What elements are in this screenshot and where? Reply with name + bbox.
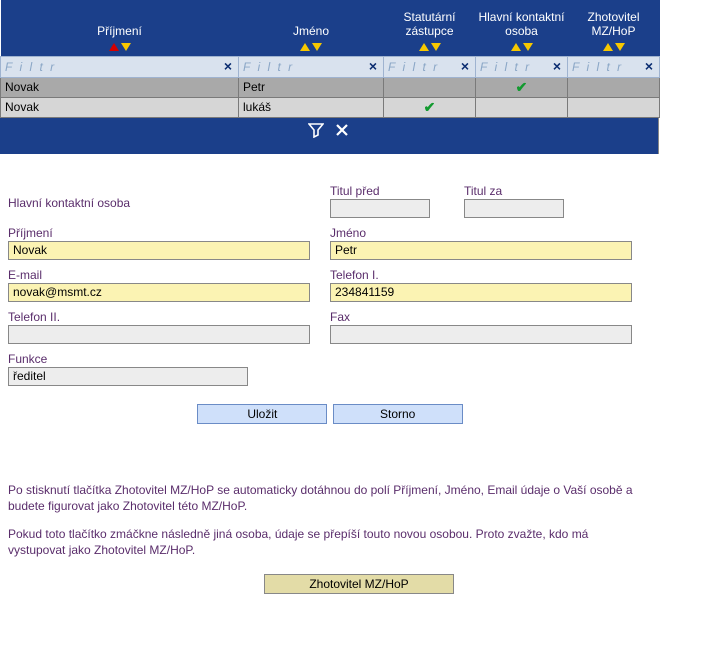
- sort-desc-icon: [615, 43, 625, 51]
- sort-icons[interactable]: [241, 40, 382, 54]
- sort-desc-icon: [431, 43, 441, 51]
- label-fax: Fax: [330, 310, 632, 324]
- titul-pred-field[interactable]: [330, 199, 430, 218]
- tel1-field[interactable]: [330, 283, 632, 302]
- clear-filter-icon[interactable]: ×: [641, 58, 657, 74]
- sort-asc-icon: [603, 43, 613, 51]
- cell-zhot: [568, 77, 660, 97]
- fax-field[interactable]: [330, 325, 632, 344]
- label-titul-za: Titul za: [464, 184, 584, 198]
- info-text: Po stisknutí tlačítka Zhotovitel MZ/HoP …: [8, 482, 643, 559]
- filter-cell-jmeno[interactable]: F i l t r ×: [239, 56, 384, 77]
- sort-icons[interactable]: [570, 40, 658, 54]
- cell-jmeno: Petr: [239, 77, 384, 97]
- save-button[interactable]: Uložit: [197, 404, 327, 424]
- label-tel1: Telefon I.: [330, 268, 632, 282]
- col-header-hko[interactable]: Hlavní kontaktní osoba: [476, 0, 568, 56]
- funkce-field[interactable]: [8, 367, 248, 386]
- col-header-statutarni[interactable]: Statutární zástupce: [384, 0, 476, 56]
- clear-all-icon[interactable]: [334, 122, 350, 138]
- checkmark-icon: ✔: [388, 99, 471, 116]
- grid-toolbar: [0, 118, 658, 154]
- clear-filter-icon[interactable]: ×: [549, 58, 565, 74]
- label-tel2: Telefon II.: [8, 310, 310, 324]
- sort-icons[interactable]: [386, 40, 474, 54]
- email-field[interactable]: [8, 283, 310, 302]
- sort-icons[interactable]: [3, 40, 237, 54]
- cell-hko: ✔: [476, 77, 568, 97]
- info-paragraph-1: Po stisknutí tlačítka Zhotovitel MZ/HoP …: [8, 482, 643, 514]
- sort-asc-icon: [300, 43, 310, 51]
- cell-prijmeni: Novak: [1, 77, 239, 97]
- col-header-jmeno[interactable]: Jméno: [239, 0, 384, 56]
- clear-filter-icon[interactable]: ×: [457, 58, 473, 74]
- label-email: E-mail: [8, 268, 310, 282]
- label-jmeno: Jméno: [330, 226, 632, 240]
- col-header-prijmeni[interactable]: Příjmení: [1, 0, 239, 56]
- label-prijmeni: Příjmení: [8, 226, 310, 240]
- cell-zhot: [568, 97, 660, 117]
- col-header-zhotovitel[interactable]: Zhotovitel MZ/HoP: [568, 0, 660, 56]
- cell-stat: [384, 77, 476, 97]
- section-title: Hlavní kontaktní osoba: [8, 196, 310, 210]
- funnel-icon[interactable]: [308, 122, 324, 138]
- prijmeni-field[interactable]: [8, 241, 310, 260]
- zhotovitel-button[interactable]: Zhotovitel MZ/HoP: [264, 574, 454, 594]
- sort-asc-icon: [511, 43, 521, 51]
- cell-prijmeni: Novak: [1, 97, 239, 117]
- titul-za-field[interactable]: [464, 199, 564, 218]
- sort-icons[interactable]: [478, 40, 566, 54]
- filter-cell-hko[interactable]: F i l t r ×: [476, 56, 568, 77]
- table-row[interactable]: Novak lukáš ✔: [1, 97, 660, 117]
- sort-asc-icon: [419, 43, 429, 51]
- jmeno-field[interactable]: [330, 241, 632, 260]
- sort-desc-icon: [312, 43, 322, 51]
- table-row[interactable]: Novak Petr ✔: [1, 77, 660, 97]
- sort-desc-icon: [523, 43, 533, 51]
- label-titul-pred: Titul před: [330, 184, 450, 198]
- clear-filter-icon[interactable]: ×: [365, 58, 381, 74]
- filter-cell-zhot[interactable]: F i l t r ×: [568, 56, 660, 77]
- cancel-button[interactable]: Storno: [333, 404, 463, 424]
- info-paragraph-2: Pokud toto tlačítko zmáčkne následně jin…: [8, 526, 643, 558]
- tel2-field[interactable]: [8, 325, 310, 344]
- label-funkce: Funkce: [8, 352, 228, 366]
- cell-jmeno: lukáš: [239, 97, 384, 117]
- cell-hko: [476, 97, 568, 117]
- checkmark-icon: ✔: [480, 79, 563, 96]
- clear-filter-icon[interactable]: ×: [220, 58, 236, 74]
- filter-cell-prijmeni[interactable]: F i l t r ×: [1, 56, 239, 77]
- sort-desc-icon: [121, 43, 131, 51]
- cell-stat: ✔: [384, 97, 476, 117]
- filter-cell-stat[interactable]: F i l t r ×: [384, 56, 476, 77]
- sort-asc-active-icon: [109, 43, 119, 51]
